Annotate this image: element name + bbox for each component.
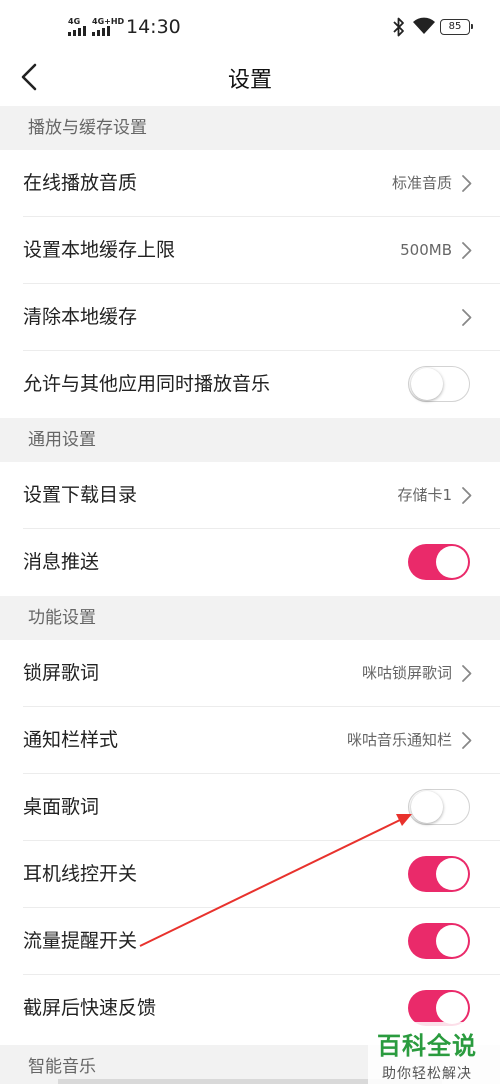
watermark: 百科全说 助你轻松解决 bbox=[368, 1022, 500, 1084]
row-headset-control: 耳机线控开关 bbox=[0, 841, 500, 908]
section-header-general: 通用设置 bbox=[0, 418, 500, 462]
row-label: 桌面歌词 bbox=[23, 796, 100, 818]
wifi-icon bbox=[413, 17, 435, 34]
row-value: 500MB bbox=[400, 241, 452, 259]
row-lock-lyrics[interactable]: 锁屏歌词 咪咕锁屏歌词 bbox=[0, 640, 500, 707]
row-label: 锁屏歌词 bbox=[23, 662, 100, 684]
row-value: 标准音质 bbox=[391, 174, 452, 192]
chevron-right-icon bbox=[462, 665, 472, 682]
headset-control-toggle[interactable] bbox=[408, 856, 470, 892]
chevron-right-icon bbox=[462, 242, 472, 259]
signal-icon-2 bbox=[92, 26, 110, 36]
section-header-features: 功能设置 bbox=[0, 596, 500, 640]
chevron-right-icon bbox=[462, 487, 472, 504]
data-alert-toggle[interactable] bbox=[408, 923, 470, 959]
push-toggle[interactable] bbox=[408, 544, 470, 580]
page-title: 设置 bbox=[227, 68, 272, 93]
row-online-quality[interactable]: 在线播放音质 标准音质 bbox=[0, 150, 500, 217]
row-label: 通知栏样式 bbox=[23, 729, 119, 751]
row-label: 耳机线控开关 bbox=[23, 863, 138, 885]
signal-icon bbox=[68, 26, 86, 36]
bluetooth-icon bbox=[393, 17, 404, 37]
row-data-alert: 流量提醒开关 bbox=[0, 908, 500, 975]
status-time: 14:30 bbox=[126, 16, 181, 38]
chevron-right-icon bbox=[462, 309, 472, 326]
nav-bar: 设置 bbox=[0, 50, 500, 106]
signal-label-1: 4G bbox=[68, 17, 81, 26]
row-label: 设置下载目录 bbox=[23, 484, 138, 506]
row-label: 消息推送 bbox=[23, 551, 100, 573]
watermark-title: 百科全说 bbox=[377, 1032, 477, 1060]
row-desktop-lyrics: 桌面歌词 bbox=[0, 774, 500, 841]
chevron-right-icon bbox=[462, 175, 472, 192]
row-value: 存储卡1 bbox=[397, 486, 452, 504]
row-allow-concurrent: 允许与其他应用同时播放音乐 bbox=[0, 351, 500, 418]
row-label: 流量提醒开关 bbox=[23, 930, 138, 952]
chevron-right-icon bbox=[462, 732, 472, 749]
toggle-knob bbox=[436, 925, 468, 957]
watermark-subtitle: 助你轻松解决 bbox=[382, 1066, 472, 1082]
row-value: 咪咕锁屏歌词 bbox=[361, 664, 452, 682]
toggle-knob bbox=[436, 546, 468, 578]
desktop-lyrics-toggle[interactable] bbox=[408, 789, 470, 825]
row-notification-style[interactable]: 通知栏样式 咪咕音乐通知栏 bbox=[0, 707, 500, 774]
row-label: 截屏后快速反馈 bbox=[23, 997, 157, 1019]
toggle-knob bbox=[411, 368, 443, 400]
row-label: 允许与其他应用同时播放音乐 bbox=[23, 373, 271, 395]
toggle-knob bbox=[436, 992, 468, 1024]
toggle-knob bbox=[411, 791, 443, 823]
toggle-knob bbox=[436, 858, 468, 890]
settings-list: 播放与缓存设置 在线播放音质 标准音质 设置本地缓存上限 500MB 清除本地缓… bbox=[0, 106, 500, 1042]
row-value: 咪咕音乐通知栏 bbox=[346, 731, 452, 749]
section-header-playback: 播放与缓存设置 bbox=[0, 106, 500, 150]
screenshot-feedback-toggle[interactable] bbox=[408, 990, 470, 1026]
row-label: 清除本地缓存 bbox=[23, 306, 138, 328]
row-label: 在线播放音质 bbox=[23, 172, 138, 194]
signal-label-2: 4G+HD bbox=[92, 17, 125, 26]
battery-icon: 85 bbox=[440, 19, 473, 35]
row-label: 设置本地缓存上限 bbox=[23, 239, 176, 261]
row-push: 消息推送 bbox=[0, 529, 500, 596]
row-clear-cache[interactable]: 清除本地缓存 bbox=[0, 284, 500, 351]
row-download-dir[interactable]: 设置下载目录 存储卡1 bbox=[0, 462, 500, 529]
allow-concurrent-toggle[interactable] bbox=[408, 366, 470, 402]
row-cache-limit[interactable]: 设置本地缓存上限 500MB bbox=[0, 217, 500, 284]
status-bar: 4G 4G+HD 14:30 85 bbox=[0, 0, 500, 50]
